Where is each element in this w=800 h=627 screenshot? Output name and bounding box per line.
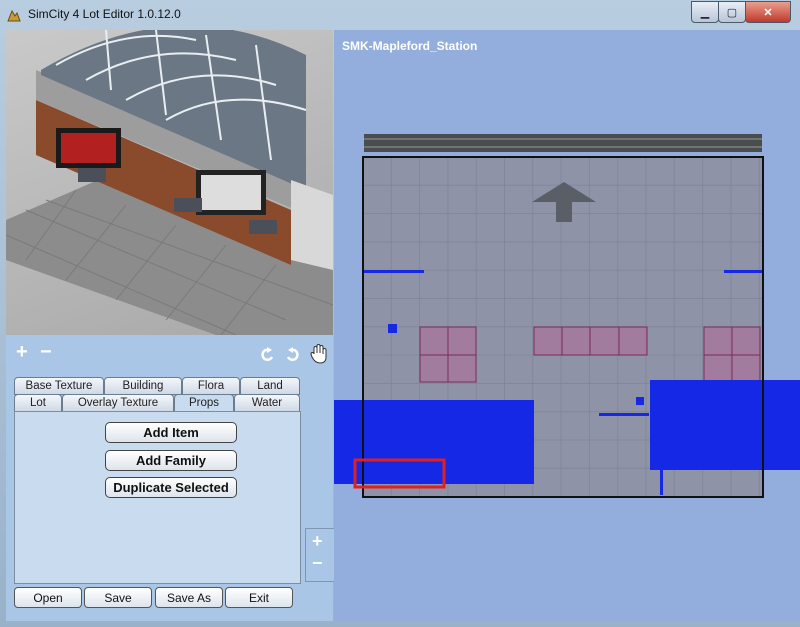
app-icon bbox=[7, 9, 21, 22]
window-title: SimCity 4 Lot Editor 1.0.12.0 bbox=[28, 7, 181, 21]
rotate-right-icon[interactable] bbox=[284, 347, 300, 363]
tab-water[interactable]: Water bbox=[234, 394, 300, 412]
tab-overlay-texture[interactable]: Overlay Texture bbox=[62, 394, 174, 412]
zoom-out-button[interactable]: − bbox=[312, 553, 323, 574]
minimize-button[interactable]: ▁ bbox=[691, 1, 719, 23]
maximize-icon: ▢ bbox=[726, 6, 738, 19]
props-tab-panel: Add Item Add Family Duplicate Selected bbox=[14, 411, 301, 584]
tab-props[interactable]: Props bbox=[174, 394, 234, 412]
close-button[interactable]: ✕ bbox=[745, 1, 791, 23]
save-button[interactable]: Save bbox=[84, 587, 152, 608]
add-item-button[interactable]: Add Item bbox=[105, 422, 237, 443]
remove-tab-button[interactable]: − bbox=[40, 341, 52, 364]
duplicate-selected-button[interactable]: Duplicate Selected bbox=[105, 477, 237, 498]
tab-building[interactable]: Building bbox=[104, 377, 182, 395]
tab-base-texture[interactable]: Base Texture bbox=[14, 377, 104, 395]
title-bar[interactable]: SimCity 4 Lot Editor 1.0.12.0 ▁ ▢ ✕ bbox=[0, 0, 800, 30]
rotate-left-icon[interactable] bbox=[260, 347, 276, 363]
maximize-button[interactable]: ▢ bbox=[718, 1, 746, 23]
preview-image bbox=[6, 30, 333, 335]
open-button[interactable]: Open bbox=[14, 587, 82, 608]
lot-grid-canvas[interactable] bbox=[334, 30, 800, 621]
building-preview[interactable] bbox=[6, 30, 333, 335]
exit-button[interactable]: Exit bbox=[225, 587, 293, 608]
lot-layout-view[interactable]: SMK-Mapleford_Station bbox=[334, 30, 800, 621]
preview-toolbar: + − bbox=[12, 341, 330, 369]
tab-lot[interactable]: Lot bbox=[14, 394, 62, 412]
close-icon: ✕ bbox=[763, 6, 773, 19]
add-tab-button[interactable]: + bbox=[16, 341, 28, 364]
pan-hand-icon[interactable] bbox=[310, 344, 328, 364]
left-panel: + − Base Texture Building Flora Land Lot… bbox=[6, 30, 333, 621]
add-family-button[interactable]: Add Family bbox=[105, 450, 237, 471]
tab-flora[interactable]: Flora bbox=[182, 377, 240, 395]
lot-editor-window: SimCity 4 Lot Editor 1.0.12.0 ▁ ▢ ✕ + − … bbox=[0, 0, 800, 627]
save-as-button[interactable]: Save As bbox=[155, 587, 223, 608]
tab-land[interactable]: Land bbox=[240, 377, 300, 395]
zoom-controls: + − bbox=[305, 528, 335, 582]
zoom-in-button[interactable]: + bbox=[312, 531, 323, 552]
minimize-icon: ▁ bbox=[700, 6, 710, 19]
